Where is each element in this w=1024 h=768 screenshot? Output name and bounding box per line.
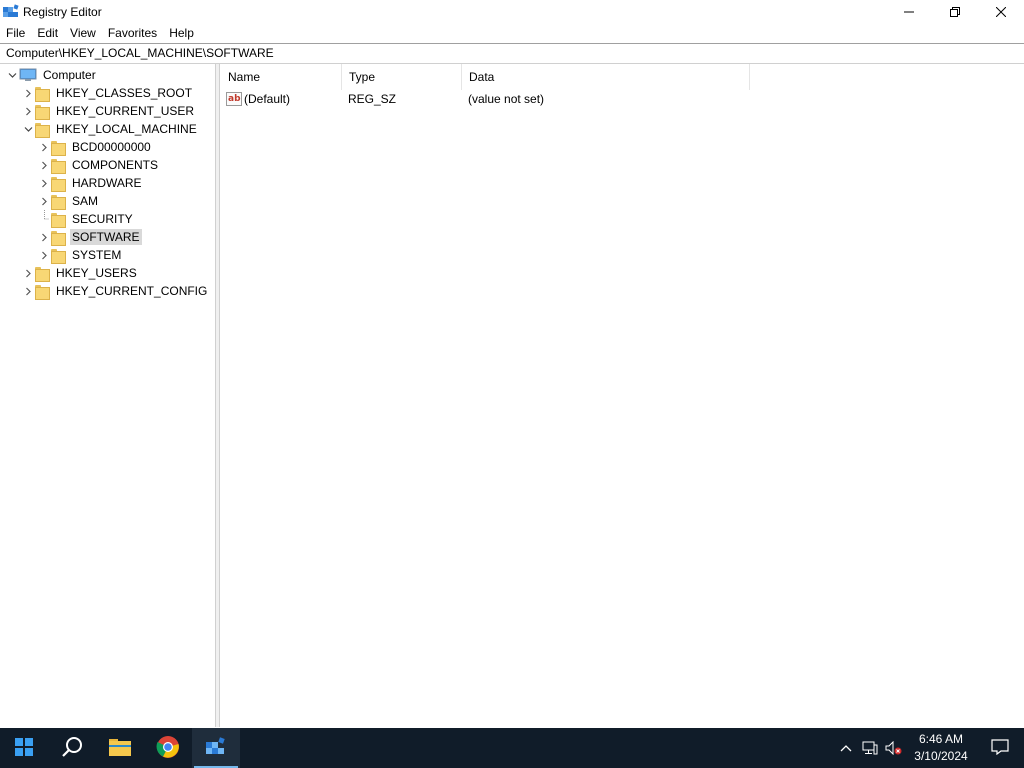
tree-label: SAM bbox=[72, 194, 99, 208]
registry-editor-icon bbox=[3, 3, 19, 20]
menu-bar: File Edit View Favorites Help bbox=[0, 23, 1024, 43]
chevron-right-icon[interactable] bbox=[21, 84, 35, 102]
tree-label-selected: SOFTWARE bbox=[70, 229, 142, 245]
chevron-up-icon[interactable] bbox=[834, 728, 858, 768]
folder-icon bbox=[51, 230, 66, 246]
chevron-right-icon[interactable] bbox=[37, 192, 51, 210]
folder-icon bbox=[51, 176, 66, 192]
clock[interactable]: 6:46 AM 3/10/2024 bbox=[906, 728, 976, 768]
key-tree[interactable]: Computer HKEY_CLASSES_ROOT HKEY_CURRENT_… bbox=[0, 64, 216, 727]
column-header-name[interactable]: Name bbox=[221, 64, 342, 90]
folder-icon bbox=[35, 104, 50, 120]
tree-label: HKEY_CURRENT_USER bbox=[56, 104, 195, 118]
menu-favorites[interactable]: Favorites bbox=[102, 23, 163, 43]
chevron-right-icon[interactable] bbox=[21, 282, 35, 300]
tree-item-hkey-users[interactable]: HKEY_USERS bbox=[21, 264, 139, 282]
tree-item-hkey-local-machine[interactable]: HKEY_LOCAL_MACHINE bbox=[21, 120, 199, 138]
chrome-button[interactable] bbox=[144, 728, 192, 768]
list-item[interactable]: ab (Default) REG_SZ (value not set) bbox=[221, 90, 750, 108]
tree-item-hkey-current-user[interactable]: HKEY_CURRENT_USER bbox=[21, 102, 196, 120]
tree-label: BCD00000000 bbox=[72, 140, 151, 154]
value-data: (value not set) bbox=[468, 92, 545, 106]
action-center-button[interactable] bbox=[976, 728, 1024, 768]
tree-item-software[interactable]: SOFTWARE bbox=[37, 228, 142, 246]
file-explorer-button[interactable] bbox=[96, 728, 144, 768]
pane-splitter[interactable] bbox=[216, 64, 220, 727]
chevron-right-icon[interactable] bbox=[37, 174, 51, 192]
close-button[interactable] bbox=[978, 0, 1024, 23]
tree-label: HKEY_USERS bbox=[56, 266, 137, 280]
tree-item-system[interactable]: SYSTEM bbox=[37, 246, 123, 264]
chevron-right-icon[interactable] bbox=[21, 102, 35, 120]
title-bar[interactable]: Registry Editor bbox=[0, 0, 1024, 23]
tree-label: HKEY_CURRENT_CONFIG bbox=[56, 284, 208, 298]
chevron-right-icon[interactable] bbox=[37, 138, 51, 156]
tree-item-security[interactable]: SECURITY bbox=[37, 210, 135, 228]
volume-muted-icon[interactable] bbox=[882, 728, 906, 768]
tree-label: HARDWARE bbox=[72, 176, 142, 190]
menu-file[interactable]: File bbox=[0, 23, 31, 43]
menu-help[interactable]: Help bbox=[163, 23, 200, 43]
address-bar[interactable]: Computer\HKEY_LOCAL_MACHINE\SOFTWARE bbox=[0, 43, 1024, 64]
values-list[interactable]: Name Type Data ab (Default) REG_SZ (valu… bbox=[221, 64, 1024, 727]
taskbar: 6:46 AM 3/10/2024 bbox=[0, 728, 1024, 768]
chevron-right-icon[interactable] bbox=[21, 264, 35, 282]
chevron-right-icon[interactable] bbox=[37, 246, 51, 264]
tree-label: SYSTEM bbox=[72, 248, 122, 262]
tree-label: COMPONENTS bbox=[72, 158, 159, 172]
chevron-right-icon[interactable] bbox=[37, 228, 51, 246]
folder-icon bbox=[35, 86, 50, 102]
column-header-data[interactable]: Data bbox=[462, 64, 750, 90]
clock-time: 6:46 AM bbox=[918, 732, 964, 746]
chrome-icon bbox=[156, 735, 180, 762]
computer-icon bbox=[19, 68, 37, 82]
restore-button[interactable] bbox=[932, 0, 978, 23]
registry-editor-icon bbox=[205, 736, 227, 761]
window-title: Registry Editor bbox=[23, 4, 102, 19]
start-button[interactable] bbox=[0, 728, 48, 768]
network-icon[interactable] bbox=[858, 728, 882, 768]
tree-item-hkey-current-config[interactable]: HKEY_CURRENT_CONFIG bbox=[21, 282, 209, 300]
value-type: REG_SZ bbox=[348, 92, 397, 106]
tree-item-components[interactable]: COMPONENTS bbox=[37, 156, 160, 174]
registry-editor-button[interactable] bbox=[192, 728, 240, 768]
tree-label: SECURITY bbox=[72, 212, 133, 226]
list-header: Name Type Data bbox=[221, 64, 1024, 90]
tree-item-sam[interactable]: SAM bbox=[37, 192, 100, 210]
folder-icon bbox=[51, 194, 66, 210]
tree-item-hkey-classes-root[interactable]: HKEY_CLASSES_ROOT bbox=[21, 84, 194, 102]
tree-label-computer: Computer bbox=[43, 68, 96, 82]
folder-icon bbox=[51, 212, 66, 228]
folder-icon bbox=[35, 122, 50, 138]
menu-edit[interactable]: Edit bbox=[31, 23, 64, 43]
chevron-right-icon[interactable] bbox=[37, 156, 51, 174]
chevron-down-icon[interactable] bbox=[21, 120, 35, 138]
folder-icon bbox=[35, 266, 50, 282]
search-button[interactable] bbox=[48, 728, 96, 768]
folder-icon bbox=[35, 284, 50, 300]
string-value-icon: ab bbox=[226, 92, 242, 106]
minimize-button[interactable] bbox=[886, 0, 932, 23]
tree-label: HKEY_LOCAL_MACHINE bbox=[56, 122, 197, 136]
clock-date: 3/10/2024 bbox=[914, 749, 968, 763]
notification-icon bbox=[991, 738, 1009, 758]
folder-icon bbox=[51, 140, 66, 156]
menu-view[interactable]: View bbox=[64, 23, 102, 43]
tree-connector bbox=[37, 210, 51, 228]
folder-icon bbox=[51, 158, 66, 174]
tree-item-computer[interactable]: Computer bbox=[5, 66, 98, 84]
tree-item-bcd00000000[interactable]: BCD00000000 bbox=[37, 138, 153, 156]
tree-item-hardware[interactable]: HARDWARE bbox=[37, 174, 144, 192]
column-header-type[interactable]: Type bbox=[342, 64, 462, 90]
chevron-down-icon[interactable] bbox=[5, 66, 19, 84]
tree-label: HKEY_CLASSES_ROOT bbox=[56, 86, 193, 100]
start-icon bbox=[15, 737, 33, 759]
system-tray: 6:46 AM 3/10/2024 bbox=[834, 728, 1024, 768]
file-explorer-icon bbox=[108, 737, 132, 760]
value-name: (Default) bbox=[244, 92, 291, 106]
search-icon bbox=[61, 736, 83, 761]
folder-icon bbox=[51, 248, 66, 264]
